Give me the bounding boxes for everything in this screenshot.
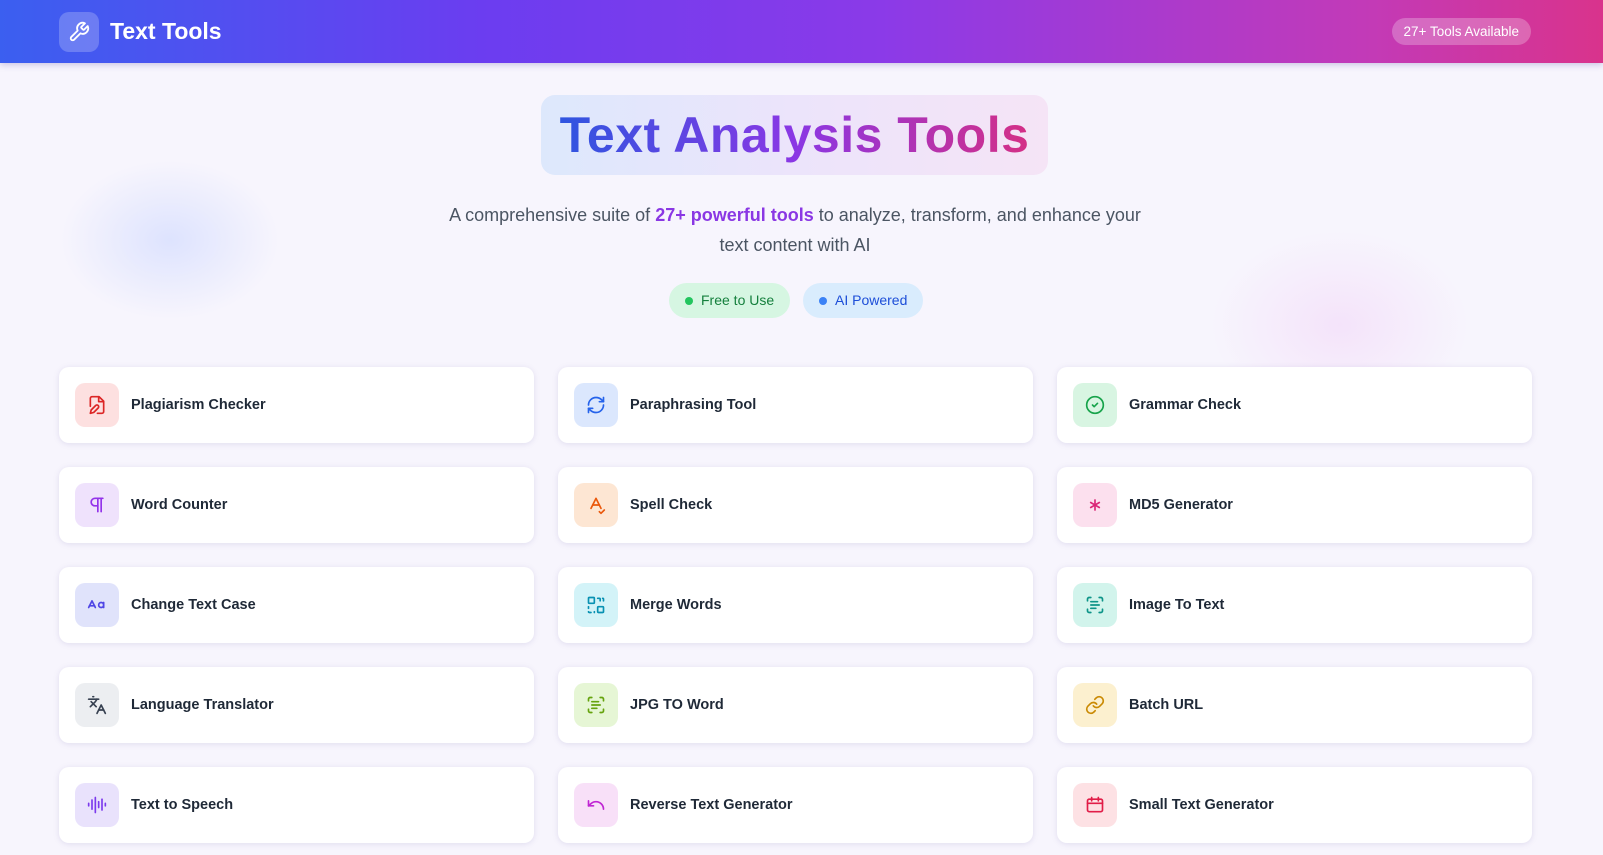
calendar-icon <box>1073 783 1117 827</box>
tool-card-jpg-to-word[interactable]: JPG TO Word <box>558 667 1033 743</box>
tool-card-batch-url[interactable]: Batch URL <box>1057 667 1532 743</box>
tool-label: Language Translator <box>131 697 274 713</box>
text-case-icon <box>75 583 119 627</box>
translate-icon <box>75 683 119 727</box>
tool-label: Batch URL <box>1129 697 1204 713</box>
undo-icon <box>574 783 618 827</box>
tool-label: Spell Check <box>630 497 713 513</box>
tool-label: Change Text Case <box>131 597 256 613</box>
tool-label: Grammar Check <box>1129 397 1242 413</box>
tool-label: Paraphrasing Tool <box>630 397 757 413</box>
tool-label: MD5 Generator <box>1129 497 1233 513</box>
tool-label: Small Text Generator <box>1129 797 1274 813</box>
badge-label: AI Powered <box>835 292 908 308</box>
tool-card-grammar-check[interactable]: Grammar Check <box>1057 367 1532 443</box>
tool-label: JPG TO Word <box>630 697 724 713</box>
tool-label: Plagiarism Checker <box>131 397 266 413</box>
tool-label: Image To Text <box>1129 597 1225 613</box>
tool-card-md5-generator[interactable]: MD5 Generator <box>1057 467 1532 543</box>
status-dot <box>685 297 693 305</box>
check-circle-icon <box>1073 383 1117 427</box>
badge-label: Free to Use <box>701 292 775 308</box>
subtitle-highlight: 27+ powerful tools <box>655 205 814 225</box>
link-icon <box>1073 683 1117 727</box>
ai-powered-badge: AI Powered <box>803 283 924 318</box>
page-title: Text Analysis Tools <box>559 107 1030 163</box>
tools-count-badge: 27+ Tools Available <box>1391 18 1531 45</box>
hero-title-box: Text Analysis Tools <box>541 95 1048 175</box>
tool-card-language-translator[interactable]: Language Translator <box>59 667 534 743</box>
tool-card-small-text-generator[interactable]: Small Text Generator <box>1057 767 1532 843</box>
tool-card-merge-words[interactable]: Merge Words <box>558 567 1033 643</box>
spell-check-icon <box>574 483 618 527</box>
tool-label: Text to Speech <box>131 797 234 813</box>
background-glow-left <box>60 160 280 320</box>
wrench-icon[interactable] <box>59 12 99 52</box>
tool-label: Reverse Text Generator <box>630 797 793 813</box>
audio-lines-icon <box>75 783 119 827</box>
hero-subtitle: A comprehensive suite of 27+ powerful to… <box>440 200 1150 260</box>
app-title[interactable]: Text Tools <box>110 18 222 45</box>
tool-card-text-to-speech[interactable]: Text to Speech <box>59 767 534 843</box>
pilcrow-icon <box>75 483 119 527</box>
status-dot <box>819 297 827 305</box>
tool-card-image-to-text[interactable]: Image To Text <box>1057 567 1532 643</box>
top-navbar: Text Tools 27+ Tools Available <box>0 0 1603 63</box>
free-to-use-badge: Free to Use <box>669 283 791 318</box>
tool-card-reverse-text-generator[interactable]: Reverse Text Generator <box>558 767 1033 843</box>
tool-card-word-counter[interactable]: Word Counter <box>59 467 534 543</box>
subtitle-prefix: A comprehensive suite of <box>449 205 656 225</box>
scan-text-icon <box>574 683 618 727</box>
tool-card-paraphrasing-tool[interactable]: Paraphrasing Tool <box>558 367 1033 443</box>
scan-text-icon <box>1073 583 1117 627</box>
tool-card-change-text-case[interactable]: Change Text Case <box>59 567 534 643</box>
tool-card-plagiarism-checker[interactable]: Plagiarism Checker <box>59 367 534 443</box>
merge-grid-icon <box>574 583 618 627</box>
asterisk-icon <box>1073 483 1117 527</box>
tool-label: Word Counter <box>131 497 228 513</box>
refresh-icon <box>574 383 618 427</box>
file-edit-icon <box>75 383 119 427</box>
tool-card-spell-check[interactable]: Spell Check <box>558 467 1033 543</box>
tool-label: Merge Words <box>630 597 722 613</box>
